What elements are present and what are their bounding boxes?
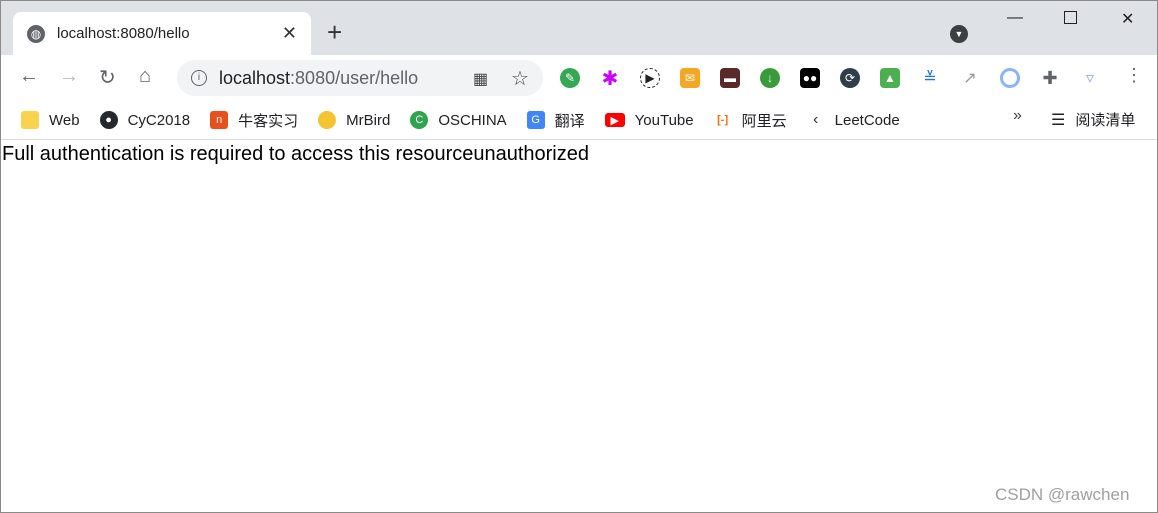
chrome-icon[interactable]: ✎: [560, 68, 580, 88]
home-button[interactable]: ⌂: [139, 65, 151, 88]
back-button[interactable]: ←: [19, 65, 39, 88]
minimize-button[interactable]: —: [1007, 9, 1023, 27]
trend-icon[interactable]: ↗: [960, 68, 980, 88]
toolbar: ← → ↻ ⌂ i localhost:8080/user/hello ▦ ☆ …: [1, 55, 1157, 101]
evernote-icon[interactable]: ▲: [880, 68, 900, 88]
bookmark-label: 牛客实习: [238, 112, 299, 130]
maximize-button[interactable]: [1064, 11, 1077, 24]
bookmark-star-icon[interactable]: ☆: [511, 66, 529, 91]
reading-list-button[interactable]: ☰ 阅读清单: [1051, 109, 1135, 130]
github-icon: ●: [99, 111, 118, 129]
youtube-icon: ▶: [604, 113, 625, 127]
folder-icon: [21, 111, 39, 129]
bookmark-leetcode[interactable]: ‹ LeetCode: [807, 111, 900, 129]
bookmark-mrbird[interactable]: MrBird: [318, 111, 390, 129]
tab-active[interactable]: ◍ localhost:8080/hello ✕: [13, 12, 311, 55]
pinwheel-icon[interactable]: ✱: [600, 68, 620, 90]
tab-bar: ◍ localhost:8080/hello ✕ + ▼ — ✕: [1, 1, 1157, 55]
mask-icon[interactable]: ▬: [720, 68, 740, 88]
bookmark-label: 翻译: [554, 112, 585, 130]
google-translate-icon: G: [526, 111, 545, 129]
menu-icon[interactable]: ⋮: [1125, 65, 1143, 86]
bookmark-aliyun[interactable]: [-] 阿里云: [714, 110, 787, 131]
oschina-icon: C: [410, 111, 429, 129]
bookmark-label: CyC2018: [127, 111, 191, 129]
bookmark-youtube[interactable]: ▶ YouTube: [604, 111, 694, 129]
reading-list-icon: ☰: [1051, 111, 1066, 129]
idm-icon[interactable]: ↓: [760, 68, 780, 88]
bookmark-oschina[interactable]: C OSCHINA: [410, 111, 507, 129]
ticket-icon[interactable]: ✉: [680, 68, 700, 88]
page-message: Full authentication is required to acces…: [2, 143, 589, 165]
more-bookmarks-button[interactable]: »: [1013, 107, 1022, 125]
watermark: CSDN @rawchen: [995, 485, 1130, 504]
download-icon[interactable]: ≚: [920, 68, 940, 88]
bird-icon: [318, 111, 337, 129]
cup-icon[interactable]: ▿: [1080, 68, 1100, 88]
nowcoder-icon: n: [210, 111, 229, 129]
close-tab-icon[interactable]: ✕: [282, 23, 297, 44]
new-tab-button[interactable]: +: [327, 19, 342, 45]
close-window-button[interactable]: ✕: [1121, 9, 1134, 29]
puzzle-icon[interactable]: ✚: [1040, 68, 1060, 88]
reading-list-label: 阅读清单: [1075, 112, 1136, 129]
qr-code-icon[interactable]: ▦: [473, 69, 488, 89]
reload-button[interactable]: ↻: [99, 65, 116, 90]
ring-icon[interactable]: [1000, 68, 1020, 88]
tab-search-icon[interactable]: ▼: [950, 25, 968, 43]
bookmark-label: OSCHINA: [438, 111, 507, 129]
tampermonkey-icon[interactable]: ●●: [800, 68, 820, 88]
bookmark-cyc2018[interactable]: ● CyC2018: [99, 111, 191, 129]
sync-icon[interactable]: ⟳: [840, 68, 860, 88]
forward-button[interactable]: →: [59, 65, 79, 88]
bookmark-label: 阿里云: [741, 112, 787, 130]
bookmark-nowcoder[interactable]: n 牛客实习: [210, 110, 298, 131]
bookmark-label: Web: [49, 111, 80, 129]
info-icon[interactable]: i: [191, 70, 207, 86]
address-bar[interactable]: i localhost:8080/user/hello ▦ ☆: [177, 60, 543, 96]
play-icon[interactable]: ▶: [640, 68, 660, 88]
bookmark-label: YouTube: [634, 111, 694, 129]
url-host: localhost: [219, 67, 291, 88]
bookmarks-bar: Web ● CyC2018 n 牛客实习 MrBird C OSCHINA G 翻译 ▶…: [1, 101, 1157, 140]
bookmark-label: MrBird: [346, 111, 391, 129]
bookmark-label: LeetCode: [834, 111, 900, 129]
leetcode-icon: ‹: [812, 111, 819, 128]
globe-icon: ◍: [27, 24, 45, 43]
bookmark-web[interactable]: Web: [21, 111, 80, 129]
url-path: :8080/user/hello: [290, 67, 419, 88]
tab-title: localhost:8080/hello: [57, 25, 190, 42]
aliyun-icon: [-]: [717, 114, 729, 126]
bookmark-translate[interactable]: G 翻译: [526, 110, 585, 131]
